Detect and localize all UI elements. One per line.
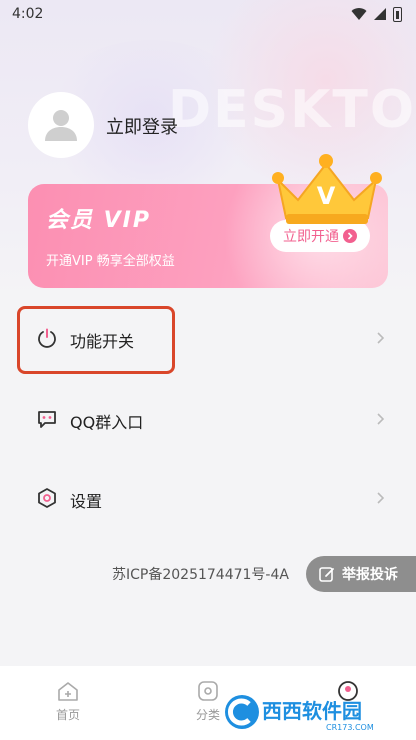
vip-open-button-label: 立即开通 (283, 229, 339, 245)
status-time: 4:02 (12, 6, 44, 22)
icp-record[interactable]: 苏ICP备2025174471号-4A (112, 564, 289, 584)
tab-home[interactable]: 首页 (38, 680, 98, 723)
login-link[interactable]: 立即登录 (106, 113, 178, 139)
tab-label: 首页 (55, 708, 80, 722)
chevron-right-icon (377, 332, 385, 344)
vip-title: 会员 VIP (46, 208, 151, 233)
avatar[interactable] (28, 92, 94, 158)
tab-label: 分类 (195, 708, 220, 722)
signal-icon (374, 8, 386, 20)
edit-report-icon (319, 567, 334, 582)
crown-icon: V (272, 154, 382, 224)
menu-item-settings[interactable]: 设置 (0, 469, 416, 529)
menu-item-label: 设置 (70, 492, 103, 511)
chevron-right-icon (343, 229, 357, 243)
home-icon (58, 682, 78, 701)
chat-bubble-icon (38, 411, 56, 428)
menu-item-qq-group[interactable]: QQ群入口 (0, 390, 416, 450)
report-button[interactable]: 举报投诉 (306, 556, 416, 592)
category-icon (198, 681, 218, 701)
status-bar: 4:02 (0, 0, 416, 28)
settings-hexagon-icon (38, 488, 56, 508)
wifi-icon (351, 8, 367, 20)
chevron-right-icon (377, 413, 385, 425)
highlight-box (17, 306, 175, 374)
battery-icon (393, 6, 402, 22)
background-watermark: DESKTO (168, 80, 416, 140)
vip-subtitle: 开通VIP 畅享全部权益 (46, 254, 175, 269)
menu-item-label: QQ群入口 (70, 413, 144, 432)
site-watermark-subtext: CR173.COM (326, 723, 374, 732)
chevron-right-icon (377, 492, 385, 504)
user-silhouette-icon (45, 110, 77, 141)
crown-letter: V (317, 182, 336, 210)
site-watermark-logo: 西西软件园 CR173.COM (225, 695, 374, 732)
report-button-label: 举报投诉 (342, 567, 398, 583)
site-watermark-text: 西西软件园 (262, 699, 362, 723)
